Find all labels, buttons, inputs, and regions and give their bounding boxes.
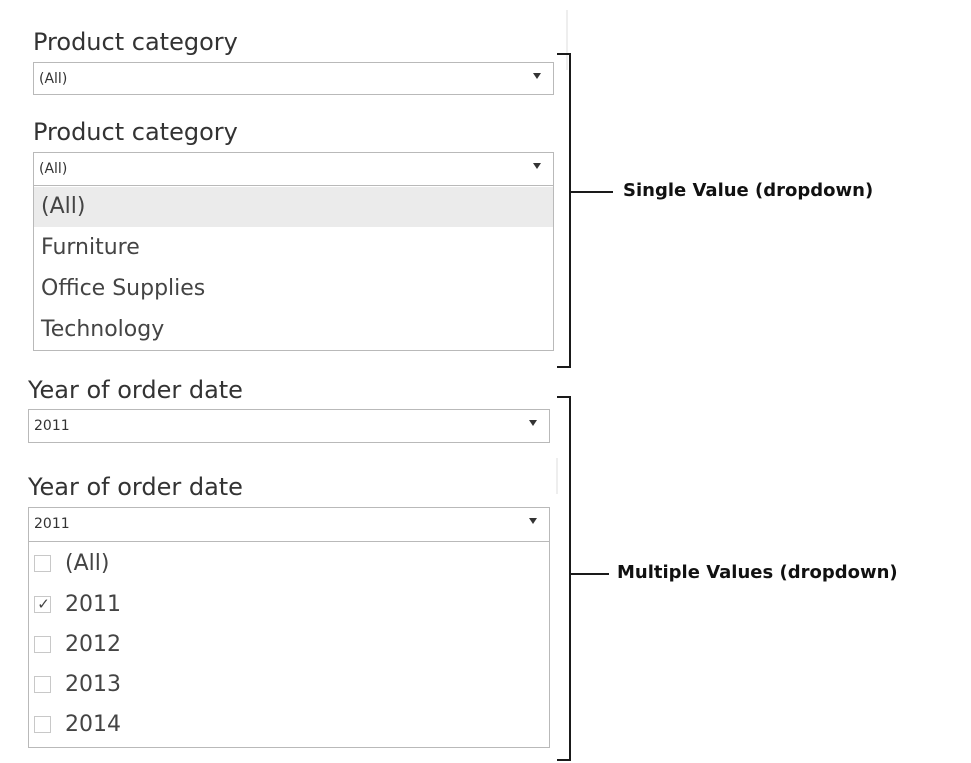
multiple-values-label: Multiple Values (dropdown) <box>617 562 898 583</box>
option-all[interactable]: (All) <box>29 544 549 584</box>
option-label: 2012 <box>65 632 121 657</box>
dropdown-value: (All) <box>39 71 68 87</box>
option-2011[interactable]: ✓ 2011 <box>29 585 549 625</box>
option-all[interactable]: (All) <box>34 187 553 227</box>
option-2013[interactable]: 2013 <box>29 665 549 705</box>
chevron-down-icon[interactable] <box>533 163 541 169</box>
chevron-down-icon[interactable] <box>529 518 537 524</box>
checkbox[interactable] <box>34 716 51 733</box>
multiple-values-bracket <box>557 396 571 761</box>
product-category-dropdown[interactable]: (All) <box>33 62 554 95</box>
product-category-title-open: Product category <box>33 118 238 146</box>
checkbox[interactable] <box>34 555 51 572</box>
product-category-options-list: (All) Furniture Office Supplies Technolo… <box>33 185 554 351</box>
dropdown-value: 2011 <box>34 516 70 532</box>
year-order-date-dropdown[interactable]: 2011 <box>28 409 550 443</box>
option-2014[interactable]: 2014 <box>29 705 549 745</box>
multiple-values-pointer <box>571 573 609 575</box>
checkmark-icon: ✓ <box>37 595 50 613</box>
option-label: 2011 <box>65 592 121 617</box>
year-order-date-dropdown-open[interactable]: 2011 <box>28 507 550 542</box>
single-value-pointer <box>571 191 613 193</box>
chevron-down-icon[interactable] <box>529 420 537 426</box>
checkbox[interactable] <box>34 676 51 693</box>
checkbox[interactable] <box>34 636 51 653</box>
option-label: 2014 <box>65 712 121 737</box>
option-technology[interactable]: Technology <box>34 310 553 350</box>
single-value-label: Single Value (dropdown) <box>623 180 874 201</box>
product-category-dropdown-open[interactable]: (All) <box>33 152 554 186</box>
option-label: (All) <box>65 551 110 576</box>
product-category-title: Product category <box>33 28 238 56</box>
option-furniture[interactable]: Furniture <box>34 228 553 268</box>
year-order-date-title: Year of order date <box>28 376 243 404</box>
dropdown-value: (All) <box>39 161 68 177</box>
option-office-supplies[interactable]: Office Supplies <box>34 269 553 309</box>
single-value-bracket <box>557 53 571 368</box>
chevron-down-icon[interactable] <box>533 73 541 79</box>
year-options-list: (All) ✓ 2011 2012 2013 2014 <box>28 541 550 748</box>
year-order-date-title-open: Year of order date <box>28 473 243 501</box>
option-2012[interactable]: 2012 <box>29 625 549 665</box>
checkbox-checked[interactable]: ✓ <box>34 595 51 613</box>
option-label: 2013 <box>65 672 121 697</box>
dropdown-value: 2011 <box>34 418 70 434</box>
